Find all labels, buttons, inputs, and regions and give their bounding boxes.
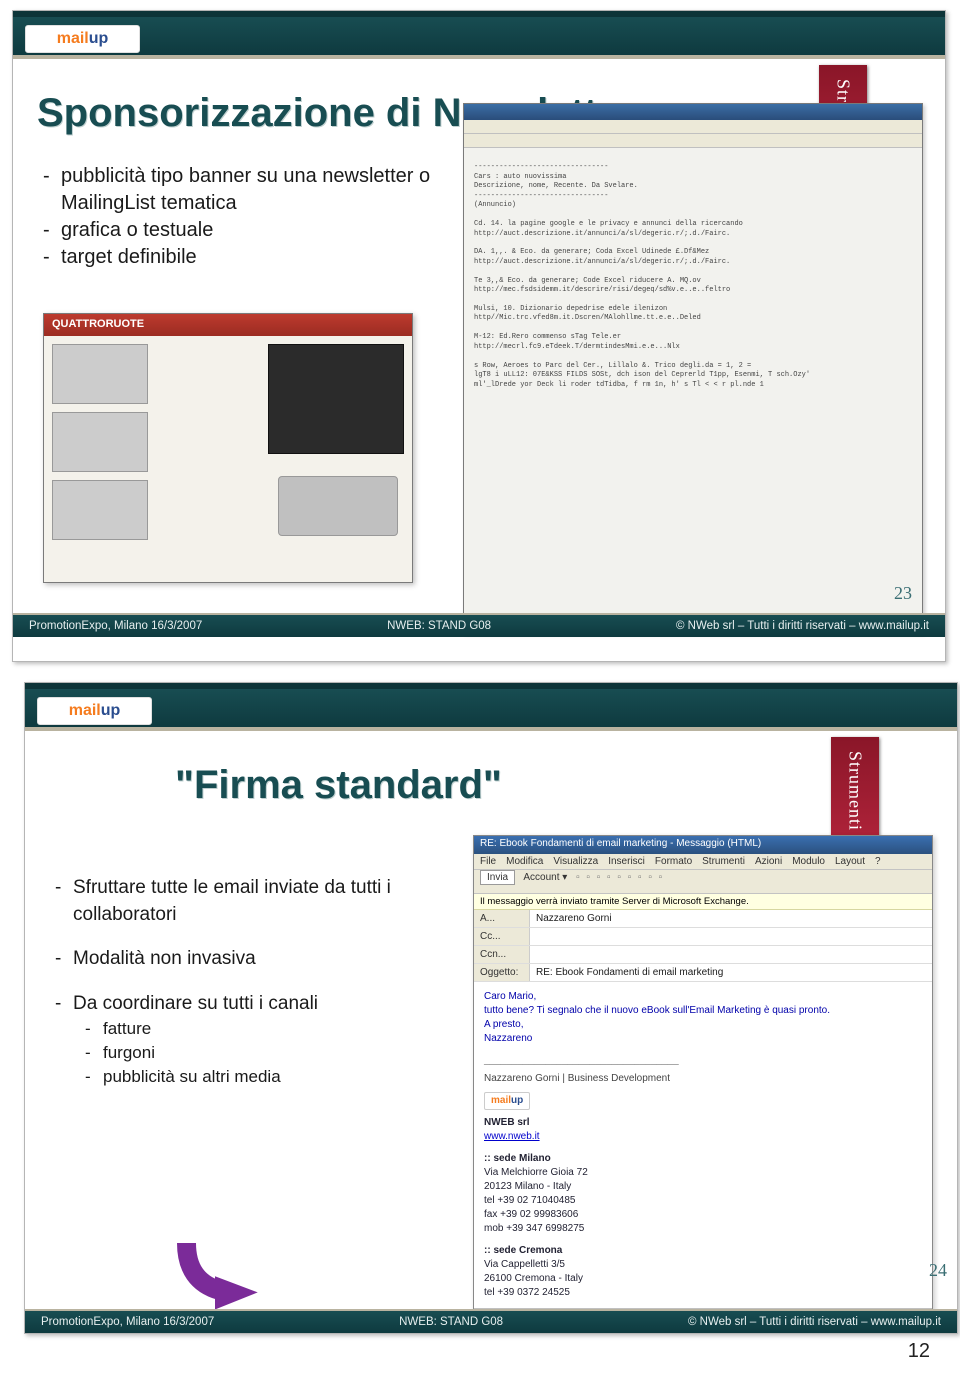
bullets: -Sfruttare tutte le email inviate da tut… <box>55 875 455 1089</box>
subject-label: Oggetto: <box>474 964 530 981</box>
example-banner-screenshot: QUATTRORUOTE <box>43 313 413 583</box>
category-tag: Strumenti <box>831 737 879 845</box>
bullet-2: grafica o testuale <box>61 217 213 244</box>
footer-right: © NWeb srl – Tutti i diritti riservati –… <box>676 620 929 632</box>
subject-field[interactable]: RE: Ebook Fondamenti di email marketing <box>530 964 932 981</box>
logo-part1: mail <box>69 702 101 720</box>
cc-label[interactable]: Cc... <box>474 928 530 945</box>
email-signature-screenshot: RE: Ebook Fondamenti di email marketing … <box>473 835 933 1325</box>
logo-part1: mail <box>57 30 89 48</box>
sub-3: pubblicità su altri media <box>103 1065 281 1089</box>
slide-header-bar <box>13 11 945 59</box>
logo-part2: up <box>101 702 121 720</box>
bullet-3: Da coordinare su tutti i canali <box>73 991 318 1018</box>
email-text-screenshot: -------------------------------- Cars : … <box>463 103 923 633</box>
footer-left: PromotionExpo, Milano 16/3/2007 <box>29 620 202 632</box>
slide-1: mailup Strumenti Sponsorizzazione di New… <box>12 10 946 662</box>
bullet-3: target definibile <box>61 244 197 271</box>
send-button[interactable]: Invia <box>480 870 515 885</box>
sig-name: Nazzareno Gorni | Business Development <box>484 1072 922 1086</box>
slide-number: 23 <box>894 583 912 604</box>
arrow-icon <box>165 1243 265 1319</box>
to-label[interactable]: A... <box>474 910 530 927</box>
bullet-1: pubblicità tipo banner su una newsletter… <box>61 163 443 217</box>
info-bar: Il messaggio verrà inviato tramite Serve… <box>474 894 932 910</box>
logo-part2: up <box>89 30 109 48</box>
account-dropdown[interactable]: Account ▾ <box>523 872 567 883</box>
page-number: 12 <box>12 1334 948 1363</box>
cc-field[interactable] <box>530 928 932 945</box>
email-body[interactable]: Caro Mario, tutto bene? Ti segnalo che i… <box>474 982 932 1302</box>
bullets: -pubblicità tipo banner su una newslette… <box>43 163 443 271</box>
slide-header-bar <box>25 683 957 731</box>
slide-2: mailup Strumenti "Firma standard" -Sfrut… <box>24 682 958 1334</box>
bcc-field[interactable] <box>530 946 932 963</box>
window-titlebar: RE: Ebook Fondamenti di email marketing … <box>474 836 932 854</box>
footer-right: © NWeb srl – Tutti i diritti riservati –… <box>688 1316 941 1328</box>
footer-center: NWEB: STAND G08 <box>202 620 676 632</box>
slide-footer: PromotionExpo, Milano 16/3/2007 NWEB: ST… <box>25 1309 957 1333</box>
bcc-label[interactable]: Ccn... <box>474 946 530 963</box>
slide-footer: PromotionExpo, Milano 16/3/2007 NWEB: ST… <box>13 613 945 637</box>
bullet-2: Modalità non invasiva <box>73 946 256 973</box>
mailup-logo: mailup <box>25 25 140 53</box>
menubar: FileModificaVisualizzaInserisciFormatoSt… <box>474 854 932 870</box>
sub-1: fatture <box>103 1017 151 1041</box>
toolbar: Invia Account ▾ ▫ ▫ ▫ ▫ ▫ ▫ ▫ ▫ ▫ <box>474 870 932 894</box>
mailup-logo-small: mailup <box>484 1092 530 1110</box>
footer-left: PromotionExpo, Milano 16/3/2007 <box>41 1316 214 1328</box>
to-field[interactable]: Nazzareno Gorni <box>530 910 932 927</box>
company-link[interactable]: www.nweb.it <box>484 1131 540 1142</box>
slide-title: "Firma standard" <box>175 763 502 808</box>
email-text-body: -------------------------------- Cars : … <box>464 148 922 405</box>
slide-number: 24 <box>929 1260 947 1281</box>
quattroruote-header: QUATTRORUOTE <box>44 314 412 336</box>
mailup-logo: mailup <box>37 697 152 725</box>
sub-2: furgoni <box>103 1041 155 1065</box>
footer-center: NWEB: STAND G08 <box>214 1316 688 1328</box>
bullet-1: Sfruttare tutte le email inviate da tutt… <box>73 875 455 928</box>
